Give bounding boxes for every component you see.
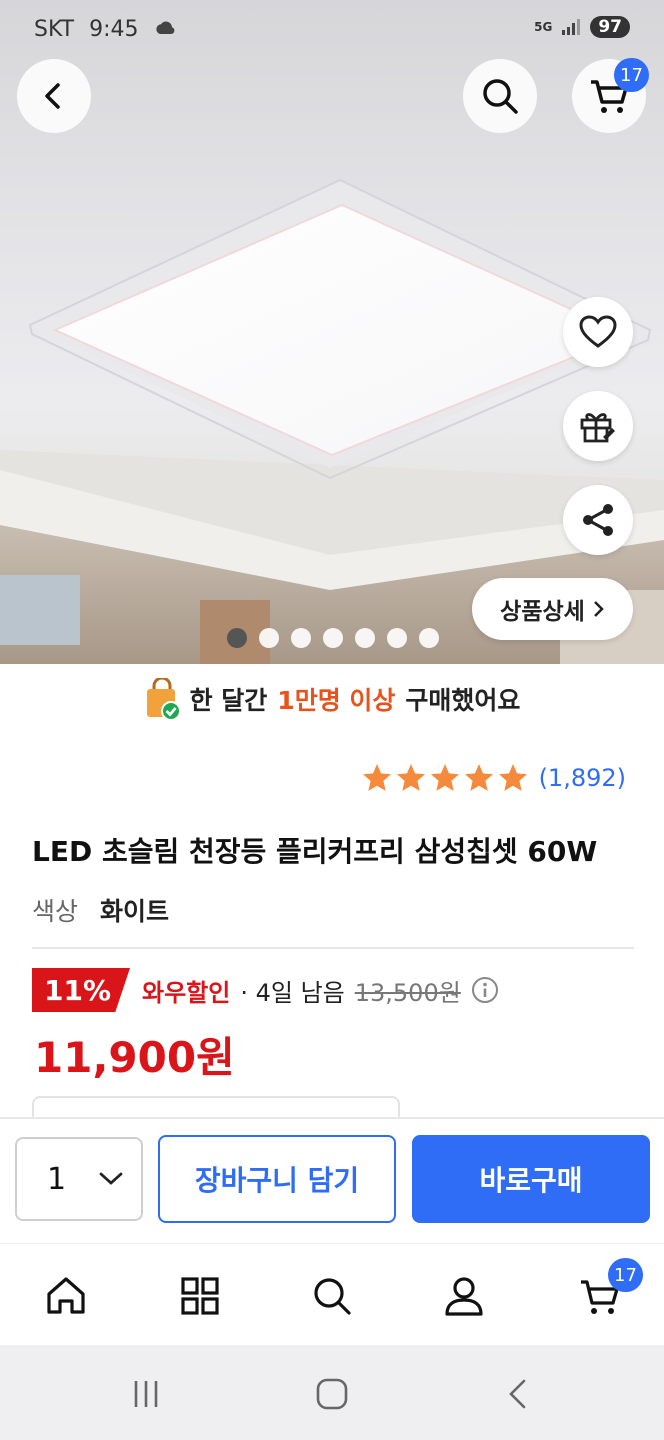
carousel-dot [419, 628, 439, 648]
star-icon [396, 764, 425, 791]
carousel-dot [259, 628, 279, 648]
back-chevron-icon [509, 1379, 526, 1409]
user-icon [445, 1277, 483, 1316]
carousel-dot [355, 628, 375, 648]
nav-cart-count-badge: 17 [608, 1258, 643, 1292]
carousel-dot [323, 628, 343, 648]
search-button[interactable] [463, 59, 537, 133]
discount-badge: 11% [32, 968, 130, 1012]
selected-option: 색상 화이트 [32, 892, 169, 928]
nav-search[interactable] [304, 1268, 360, 1324]
star-icon [464, 764, 493, 791]
promo-suffix: 구매했어요 [405, 686, 521, 715]
home-square-icon [316, 1378, 348, 1410]
info-icon[interactable] [471, 976, 499, 1004]
carrier-label: SKT [34, 17, 75, 42]
recent-apps-icon [134, 1381, 158, 1407]
product-detail-label: 상품상세 [500, 599, 585, 625]
gift-icon [580, 413, 615, 443]
promo-highlight: 1만명 이상 [277, 686, 396, 715]
status-bar: SKT 9:45 5G 97 [0, 0, 664, 62]
search-icon [483, 79, 518, 114]
shopping-bag-check-icon [146, 678, 180, 720]
purchase-action-bar: 1 장바구니 담기 바로구매 [0, 1117, 664, 1243]
bottom-navigation: 17 [0, 1243, 664, 1345]
nav-home[interactable] [38, 1268, 94, 1324]
share-icon [583, 504, 613, 536]
remaining-days: · 4일 남음 [240, 978, 345, 1007]
share-button[interactable] [563, 485, 633, 555]
star-rating [361, 762, 529, 794]
product-detail-button[interactable]: 상품상세 [472, 578, 633, 640]
quantity-value: 1 [47, 1161, 67, 1197]
divider [32, 947, 634, 949]
chevron-right-icon [593, 601, 604, 617]
back-button[interactable] [17, 59, 91, 133]
network-type: 5G [534, 20, 553, 34]
heart-icon [579, 315, 617, 348]
weather-cloud-icon [155, 21, 174, 34]
product-page: SKT 9:45 5G 97 17 상품상세 한 달간 1만명 이상 구매했어요… [0, 0, 664, 1440]
price-info: 11% 와우할인 · 4일 남음 13,500원 [32, 968, 499, 1012]
product-title: LED 초슬림 천장등 플리커프리 삼성칩셋 60W [32, 835, 598, 868]
promo-prefix: 한 달간 [189, 686, 268, 715]
option-label: 색상 [32, 897, 79, 926]
clock: 9:45 [89, 17, 139, 42]
chevron-down-icon [99, 1172, 123, 1185]
home-icon [47, 1277, 85, 1314]
carousel-dot [227, 628, 247, 648]
review-rating[interactable]: (1,892) [361, 762, 626, 794]
star-icon [498, 764, 527, 791]
chevron-left-icon [45, 83, 60, 109]
product-image-carousel[interactable]: SKT 9:45 5G 97 17 상품상세 [0, 0, 664, 664]
carousel-indicator [227, 628, 439, 648]
carousel-dot [387, 628, 407, 648]
system-navigation-bar [0, 1345, 664, 1440]
search-icon [314, 1278, 351, 1315]
carousel-dot [291, 628, 311, 648]
gift-button[interactable] [563, 391, 633, 461]
battery-indicator: 97 [590, 16, 630, 38]
wishlist-button[interactable] [563, 297, 633, 367]
review-count[interactable]: (1,892) [539, 764, 626, 792]
final-price: 11,900원 [34, 1033, 235, 1082]
recent-apps-button[interactable] [124, 1372, 168, 1416]
cart-count-badge: 17 [614, 58, 649, 92]
original-price: 13,500원 [354, 978, 461, 1007]
quantity-select[interactable]: 1 [15, 1137, 143, 1221]
buy-now-button[interactable]: 바로구매 [412, 1135, 650, 1223]
purchase-promo: 한 달간 1만명 이상 구매했어요 [0, 672, 664, 726]
nav-my-account[interactable] [436, 1268, 492, 1324]
nav-categories[interactable] [172, 1268, 228, 1324]
wow-discount-label: 와우할인 [142, 978, 231, 1007]
system-back-button[interactable] [496, 1372, 540, 1416]
option-value: 화이트 [99, 897, 169, 926]
grid-icon [181, 1277, 219, 1315]
home-system-button[interactable] [310, 1372, 354, 1416]
add-to-cart-button[interactable]: 장바구니 담기 [158, 1135, 396, 1223]
star-icon [362, 764, 391, 791]
star-icon [430, 764, 459, 791]
signal-icon [562, 19, 581, 35]
